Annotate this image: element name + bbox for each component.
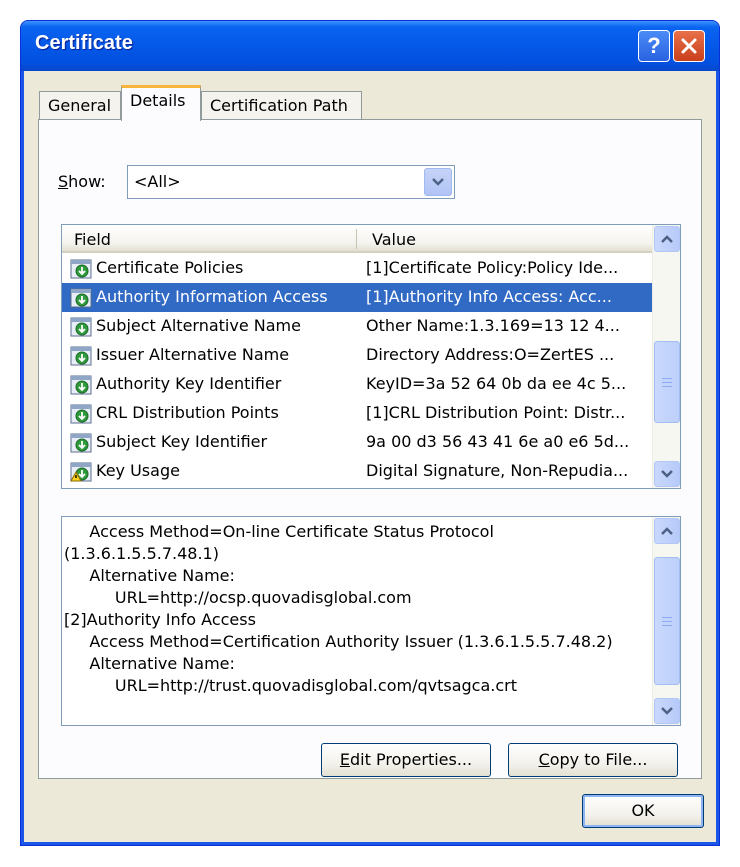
row-field: CRL Distribution Points bbox=[96, 403, 279, 422]
list-row[interactable]: Authority Key Identifier KeyID=3a 52 64 0… bbox=[62, 370, 652, 399]
show-label: Show: bbox=[58, 172, 106, 191]
row-value: Digital Signature, Non-Repudia... bbox=[366, 461, 629, 480]
detail-line: Access Method=Certification Authority Is… bbox=[64, 632, 613, 651]
scroll-down-button[interactable] bbox=[654, 698, 680, 724]
chevron-down-icon bbox=[432, 178, 444, 186]
field-list[interactable]: Field Value Certificate Policies [1]Certi… bbox=[61, 224, 681, 489]
grip-icon bbox=[662, 377, 672, 387]
list-row[interactable]: Authority Information Access [1]Authority… bbox=[62, 283, 652, 312]
row-field: Authority Key Identifier bbox=[96, 374, 282, 393]
detail-line: URL=http://trust.quovadisglobal.com/qvts… bbox=[64, 676, 517, 695]
certificate-dialog: Certificate ? General Details Certificat… bbox=[20, 20, 720, 846]
window-title: Certificate bbox=[35, 32, 133, 54]
critical-extension-icon bbox=[70, 462, 92, 482]
edit-accelerator: E bbox=[339, 750, 351, 769]
detail-line: (1.3.6.1.5.5.7.48.1) bbox=[64, 544, 219, 563]
value-detail-box[interactable]: Access Method=On-line Certificate Status… bbox=[61, 516, 681, 726]
edit-label: dit Properties... bbox=[350, 750, 473, 769]
list-row[interactable]: Subject Alternative Name Other Name:1.3.1… bbox=[62, 312, 652, 341]
grip-icon bbox=[662, 616, 672, 626]
list-scrollbar[interactable] bbox=[652, 225, 680, 488]
tab-certification-path[interactable]: Certification Path bbox=[201, 91, 362, 120]
column-separator[interactable] bbox=[356, 229, 357, 249]
detail-line: URL=http://ocsp.quovadisglobal.com bbox=[64, 588, 412, 607]
detail-line: Alternative Name: bbox=[64, 566, 235, 585]
edit-properties-button[interactable]: Edit Properties... bbox=[321, 743, 491, 777]
detail-scrollbar[interactable] bbox=[652, 517, 680, 725]
list-row[interactable]: Certificate Policies [1]Certificate Polic… bbox=[62, 254, 652, 283]
row-field: Issuer Alternative Name bbox=[96, 345, 290, 364]
list-row[interactable]: Key Usage Digital Signature, Non-Repudia.… bbox=[62, 457, 652, 486]
row-value: KeyID=3a 52 64 0b da ee 4c 5... bbox=[366, 374, 627, 393]
row-field: Subject Alternative Name bbox=[96, 316, 301, 335]
extension-icon bbox=[70, 288, 92, 308]
list-row[interactable]: CRL Distribution Points [1]CRL Distributi… bbox=[62, 399, 652, 428]
title-bar[interactable]: Certificate ? bbox=[21, 21, 719, 71]
show-accelerator: S bbox=[58, 172, 69, 191]
copy-to-file-button[interactable]: Copy to File... bbox=[508, 743, 678, 777]
detail-text: Access Method=On-line Certificate Status… bbox=[64, 521, 650, 697]
row-field: Subject Key Identifier bbox=[96, 432, 268, 451]
detail-line: Access Method=On-line Certificate Status… bbox=[64, 522, 494, 541]
row-value: [1]Authority Info Access: Acc... bbox=[366, 287, 612, 306]
row-value: Directory Address:O=ZertES ... bbox=[366, 345, 615, 364]
scroll-thumb[interactable] bbox=[654, 557, 680, 685]
scroll-up-button[interactable] bbox=[654, 226, 680, 252]
scroll-down-button[interactable] bbox=[654, 461, 680, 487]
row-value: [1]CRL Distribution Point: Distr... bbox=[366, 403, 626, 422]
help-button[interactable]: ? bbox=[638, 30, 670, 62]
extension-icon bbox=[70, 375, 92, 395]
list-rows: Certificate Policies [1]Certificate Polic… bbox=[62, 254, 652, 486]
close-button[interactable] bbox=[673, 30, 705, 62]
tab-details[interactable]: Details bbox=[121, 85, 201, 121]
chevron-down-icon bbox=[661, 707, 673, 715]
list-row[interactable]: Issuer Alternative Name Directory Address… bbox=[62, 341, 652, 370]
details-panel: Show: <All> Field Value Certificate Poli… bbox=[38, 119, 702, 779]
copy-label: opy to File... bbox=[549, 750, 648, 769]
chevron-down-icon bbox=[661, 470, 673, 478]
list-row[interactable]: Subject Key Identifier 9a 00 d3 56 43 41 … bbox=[62, 428, 652, 457]
extension-icon bbox=[70, 346, 92, 366]
row-value: Other Name:1.3.169=13 12 4... bbox=[366, 316, 620, 335]
ok-button[interactable]: OK bbox=[582, 794, 704, 828]
show-dropdown-button[interactable] bbox=[424, 168, 452, 196]
column-header-value[interactable]: Value bbox=[372, 230, 416, 249]
scroll-thumb[interactable] bbox=[654, 341, 680, 423]
chevron-up-icon bbox=[661, 235, 673, 243]
row-value: 9a 00 d3 56 43 41 6e a0 e6 5d... bbox=[366, 432, 630, 451]
detail-line: Alternative Name: bbox=[64, 654, 235, 673]
extension-icon bbox=[70, 433, 92, 453]
show-label-text: how: bbox=[68, 172, 106, 191]
chevron-up-icon bbox=[661, 527, 673, 535]
row-field: Key Usage bbox=[96, 461, 180, 480]
detail-line: [2]Authority Info Access bbox=[64, 610, 256, 629]
show-select[interactable]: <All> bbox=[127, 165, 455, 199]
column-header-field[interactable]: Field bbox=[74, 230, 111, 249]
copy-accelerator: C bbox=[538, 750, 550, 769]
list-header: Field Value bbox=[62, 225, 652, 253]
row-field: Authority Information Access bbox=[96, 287, 328, 306]
close-icon bbox=[681, 38, 697, 54]
row-value: [1]Certificate Policy:Policy Ide... bbox=[366, 258, 619, 277]
extension-icon bbox=[70, 404, 92, 424]
tab-general[interactable]: General bbox=[39, 91, 121, 120]
extension-icon bbox=[70, 317, 92, 337]
help-icon: ? bbox=[647, 33, 661, 58]
row-field: Certificate Policies bbox=[96, 258, 244, 277]
extension-icon bbox=[70, 259, 92, 279]
scroll-up-button[interactable] bbox=[654, 518, 680, 544]
show-select-value: <All> bbox=[134, 172, 181, 191]
